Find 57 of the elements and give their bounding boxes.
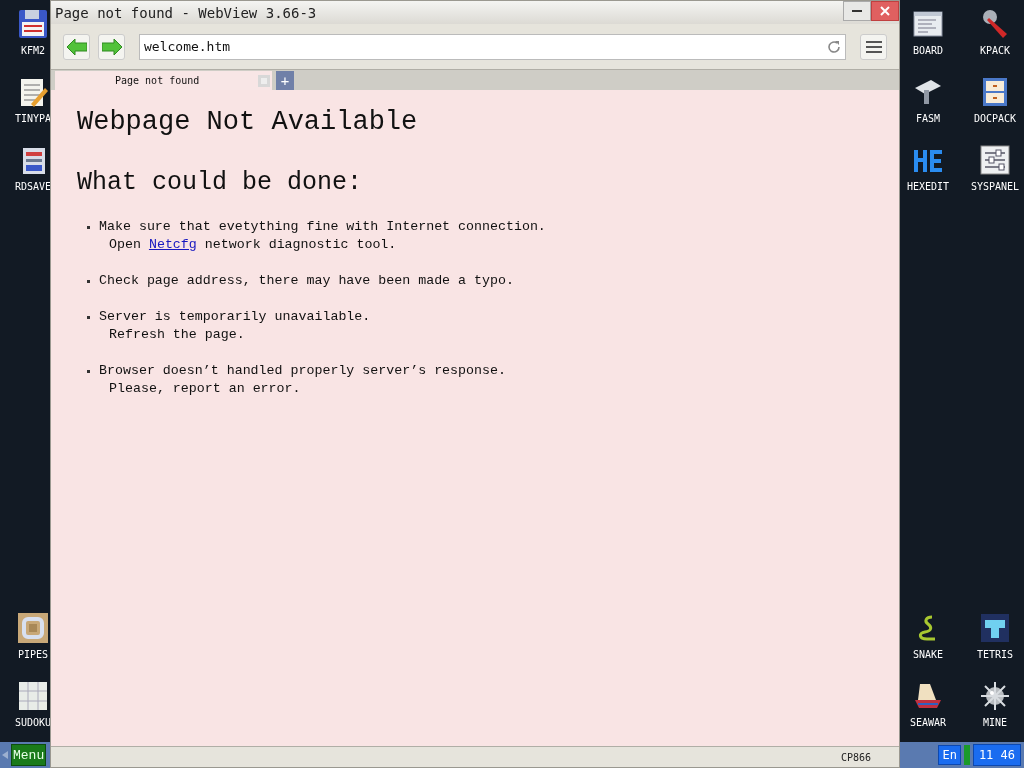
encoding-label: CP866 (840, 751, 871, 763)
item-note: Open (109, 236, 141, 254)
page-subheading: What could be done: (77, 167, 364, 199)
icon-label: SUDOKU (14, 717, 52, 729)
blocks-icon[interactable] (979, 612, 1011, 644)
forward-arrow-icon (101, 38, 122, 55)
icon-label: MINE (982, 717, 1008, 729)
icon-label: HEXEDIT (906, 181, 950, 193)
bullet-icon (87, 315, 90, 319)
sliders-icon[interactable] (979, 144, 1011, 176)
icon-label: SNAKE (912, 649, 944, 661)
back-button[interactable] (63, 33, 90, 60)
menu-button[interactable]: Menu (11, 744, 47, 766)
close-button[interactable] (871, 1, 899, 21)
item-text: Server is temporarily unavailable. (99, 308, 371, 326)
item-note: Please, report an error. (109, 380, 301, 398)
icon-label: FASM (915, 113, 941, 125)
grid-icon[interactable] (17, 680, 49, 712)
clock: 11 46 (972, 744, 1021, 766)
minimize-button[interactable] (843, 1, 871, 21)
board-icon[interactable] (912, 8, 944, 40)
icon-label: BOARD (912, 45, 944, 57)
icon-label: TINYPA (14, 113, 52, 125)
forward-button[interactable] (98, 33, 125, 60)
pipes-icon[interactable] (17, 612, 49, 644)
item-text: Make sure that evetything fine with Internet connection. (99, 218, 546, 236)
item-text: Check page address, there may have been made a typo. (99, 272, 514, 290)
floppy-icon[interactable] (17, 8, 49, 40)
item-text: Browser doesn’t handled properly server’s response. (99, 362, 506, 380)
page-heading: Webpage Not Available (77, 106, 419, 139)
language-button[interactable]: En (938, 745, 961, 765)
bullet-icon (87, 279, 90, 283)
tab[interactable]: Page not found (55, 71, 272, 90)
close-icon (880, 6, 890, 16)
icon-label: KFM2 (20, 45, 46, 57)
back-arrow-icon (66, 38, 87, 55)
mine-icon[interactable] (979, 680, 1011, 712)
icon-label: SEAWAR (909, 717, 947, 729)
icon-label: KPACK (979, 45, 1011, 57)
icon-label: RDSAVE (14, 181, 52, 193)
menu-icon (865, 40, 882, 53)
icon-label: SYSPANEL (970, 181, 1020, 193)
icon-label: PIPES (17, 649, 49, 661)
bullet-icon (87, 225, 90, 229)
item-note: network diagnostic tool. (204, 236, 397, 254)
window-title: Page not found - WebView 3.66-3 (55, 4, 318, 21)
item-note: Refresh the page. (109, 326, 245, 344)
minimize-icon (852, 9, 862, 13)
new-tab-button[interactable]: + (276, 71, 294, 90)
netcfg-link[interactable]: Netcfg (148, 236, 197, 254)
icon-label: TETRIS (976, 649, 1014, 661)
icon-label: DOCPACK (973, 113, 1017, 125)
menu-button[interactable] (860, 33, 887, 60)
refresh-icon[interactable] (827, 39, 841, 54)
bullet-icon (87, 369, 90, 373)
address-field[interactable]: welcome.htm (139, 33, 846, 60)
indicator-icon (963, 745, 970, 765)
